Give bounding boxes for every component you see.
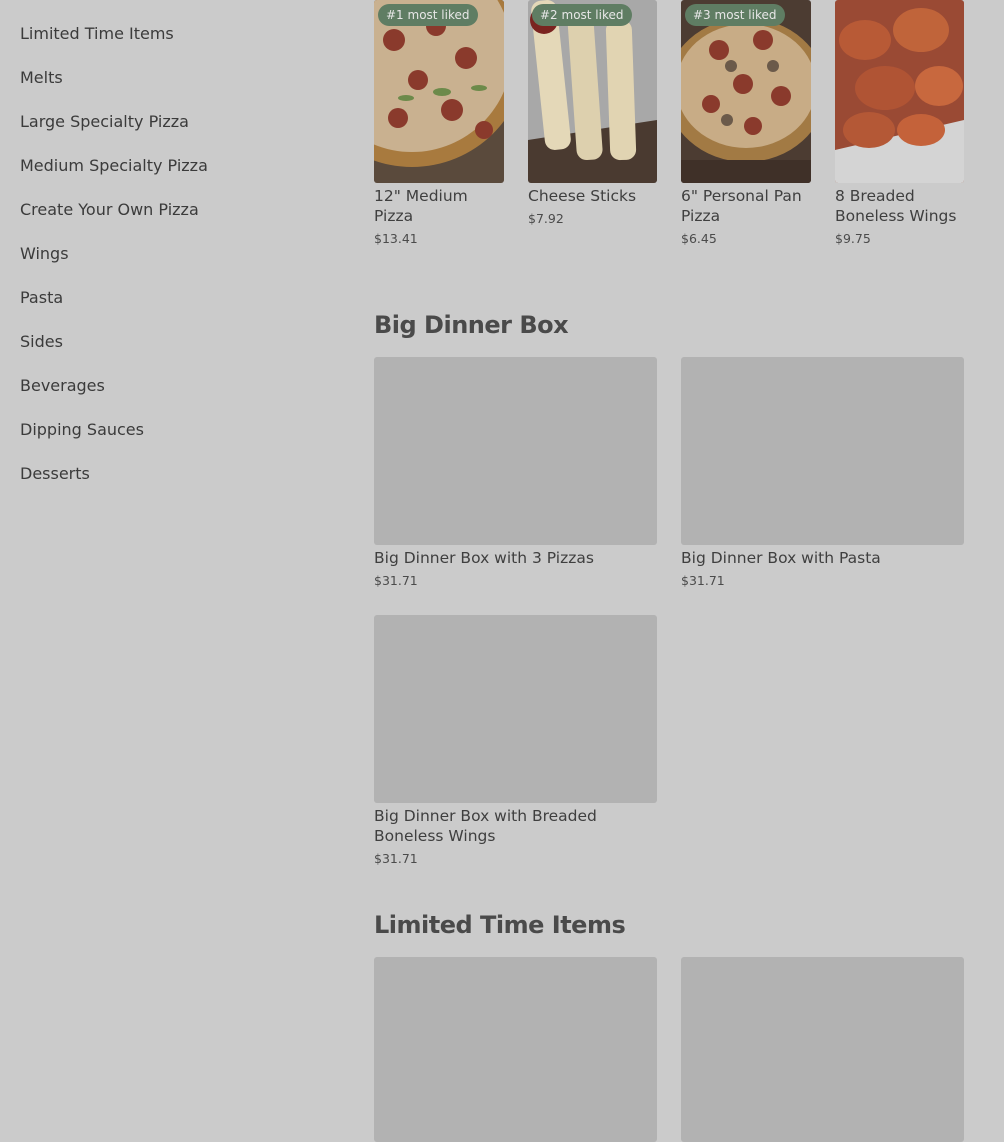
pan-pizza-image bbox=[681, 0, 811, 183]
item-name[interactable]: Big Dinner Box with 3 Pizzas bbox=[374, 548, 657, 568]
sidebar-item-medium-specialty-pizza[interactable]: Medium Specialty Pizza bbox=[20, 156, 208, 176]
pizza-image bbox=[374, 0, 504, 183]
sidebar-item-wings[interactable]: Wings bbox=[20, 244, 69, 264]
product-image-placeholder[interactable] bbox=[374, 357, 657, 545]
sidebar-item-melts[interactable]: Melts bbox=[20, 68, 63, 88]
sidebar-item-beverages[interactable]: Beverages bbox=[20, 376, 105, 396]
most-liked-badge: #2 most liked bbox=[532, 4, 632, 26]
item-price: $13.41 bbox=[374, 231, 418, 246]
item-name[interactable]: 12" Medium Pizza bbox=[374, 186, 504, 226]
item-name[interactable]: 6" Personal Pan Pizza bbox=[681, 186, 811, 226]
sidebar-item-large-specialty-pizza[interactable]: Large Specialty Pizza bbox=[20, 112, 189, 132]
product-image-placeholder[interactable] bbox=[374, 615, 657, 803]
product-image-placeholder[interactable] bbox=[374, 957, 657, 1142]
most-liked-badge: #3 most liked bbox=[685, 4, 785, 26]
item-name[interactable]: Big Dinner Box with Breaded Boneless Win… bbox=[374, 806, 657, 846]
pizza-photo[interactable]: #1 most liked bbox=[374, 0, 504, 183]
wings-photo[interactable] bbox=[835, 0, 964, 183]
menu-page: Limited Time Items Melts Large Specialty… bbox=[0, 0, 1004, 1142]
sidebar-item-desserts[interactable]: Desserts bbox=[20, 464, 90, 484]
item-price: $31.71 bbox=[681, 573, 725, 588]
sidebar-item-pasta[interactable]: Pasta bbox=[20, 288, 63, 308]
item-name[interactable]: 8 Breaded Boneless Wings bbox=[835, 186, 965, 226]
item-price: $6.45 bbox=[681, 231, 717, 246]
cheese-sticks-image bbox=[528, 0, 657, 183]
item-price: $9.75 bbox=[835, 231, 871, 246]
pan-pizza-photo[interactable]: #3 most liked bbox=[681, 0, 811, 183]
product-image-placeholder[interactable] bbox=[681, 357, 964, 545]
wings-image bbox=[835, 0, 964, 183]
item-name[interactable]: Big Dinner Box with Pasta bbox=[681, 548, 964, 568]
item-price: $7.92 bbox=[528, 211, 564, 226]
cheese-sticks-photo[interactable]: #2 most liked bbox=[528, 0, 657, 183]
section-title: Big Dinner Box bbox=[374, 311, 569, 339]
most-liked-badge: #1 most liked bbox=[378, 4, 478, 26]
sidebar-item-limited-time-items[interactable]: Limited Time Items bbox=[20, 24, 174, 44]
section-title: Limited Time Items bbox=[374, 911, 626, 939]
sidebar-item-sides[interactable]: Sides bbox=[20, 332, 63, 352]
item-price: $31.71 bbox=[374, 573, 418, 588]
sidebar-item-create-your-own-pizza[interactable]: Create Your Own Pizza bbox=[20, 200, 199, 220]
product-image-placeholder[interactable] bbox=[681, 957, 964, 1142]
item-price: $31.71 bbox=[374, 851, 418, 866]
sidebar-item-dipping-sauces[interactable]: Dipping Sauces bbox=[20, 420, 144, 440]
item-name[interactable]: Cheese Sticks bbox=[528, 186, 658, 206]
